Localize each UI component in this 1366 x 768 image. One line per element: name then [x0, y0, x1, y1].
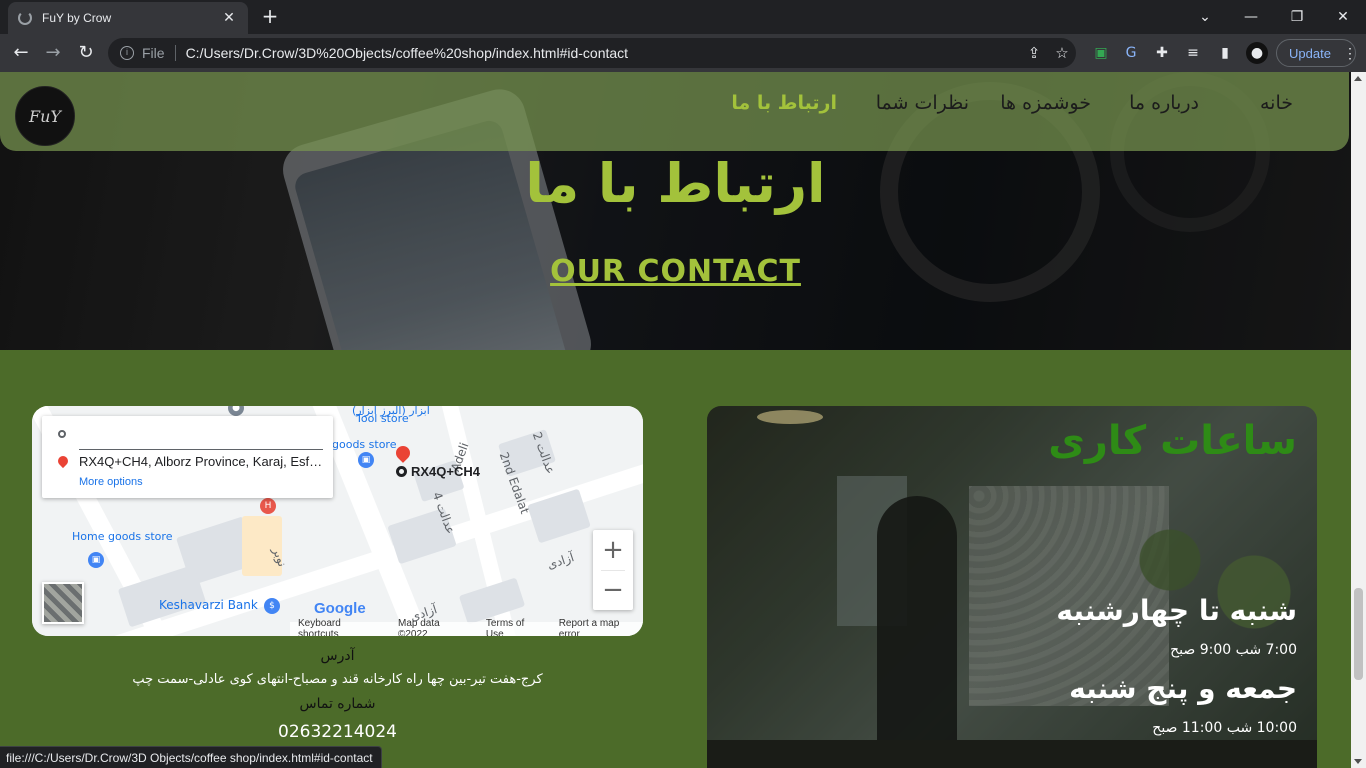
home-goods-store-icon[interactable]: ▣ [88, 552, 104, 568]
close-tab-icon[interactable]: ✕ [220, 10, 238, 26]
scroll-up-icon[interactable] [1354, 76, 1362, 81]
satellite-toggle[interactable] [42, 582, 84, 624]
google-map[interactable]: Adeli 2nd Edalat عدالت 2 عدالت 4 آزادی آ… [32, 406, 643, 636]
forward-icon[interactable]: → [40, 41, 66, 65]
scroll-thumb[interactable] [1354, 588, 1363, 680]
browser-toolbar: ← → ↻ i File C:/Users/Dr.Crow/3D%20Objec… [0, 34, 1366, 72]
nav-item-menu[interactable]: خوشمزه ها [1000, 92, 1091, 114]
page-viewport: ارتباط با ما OUR CONTACT FuY خانه درباره… [0, 72, 1366, 768]
origin-input-line[interactable] [79, 449, 323, 450]
hours-time-weekday: 7:00 شب 9:00 صبح [1170, 642, 1297, 658]
zoom-divider [601, 570, 625, 571]
loading-icon [18, 11, 32, 25]
hours-days-weekend: جمعه و پنج شنبه [1069, 672, 1297, 705]
browser-tab[interactable]: FuY by Crow ✕ [8, 2, 248, 34]
site-logo[interactable]: FuY [15, 86, 75, 146]
marker-label: RX4Q+CH4 [396, 464, 480, 479]
omnibox-divider [174, 45, 176, 61]
tab-search-icon[interactable]: ⌄ [1182, 0, 1228, 34]
origin-dot-icon [58, 430, 66, 438]
nav-item-reviews[interactable]: نظرات شما [876, 92, 969, 114]
marker-label-text: RX4Q+CH4 [411, 464, 480, 479]
nav-item-about[interactable]: درباره ما [1129, 92, 1199, 114]
destination-address: RX4Q+CH4, Alborz Province, Karaj, Esfa..… [79, 454, 323, 469]
google-logo-text: Google [314, 600, 366, 617]
phone-number: 02632214024 [278, 722, 397, 742]
extension-de-icon[interactable]: ▣ [1090, 42, 1112, 64]
tab-strip: FuY by Crow ✕ + ⌄ — ❐ ✕ [0, 0, 1366, 34]
map-label-bank: Keshavarzi Bank [159, 598, 258, 612]
hours-time-weekend: 10:00 شب 11:00 صبح [1152, 720, 1297, 736]
reload-icon[interactable]: ↻ [73, 41, 99, 65]
map-label-home-goods: Home goods store [72, 530, 173, 543]
zoom-controls: + − [593, 530, 633, 610]
close-window-icon[interactable]: ✕ [1320, 0, 1366, 34]
translate-icon[interactable]: G [1120, 42, 1142, 64]
link-status-bar: file:///C:/Users/Dr.Crow/3D Objects/coff… [0, 746, 382, 768]
hospital-icon[interactable]: H [260, 498, 276, 514]
update-button[interactable]: Update ⋮ [1276, 39, 1357, 67]
nav-item-home[interactable]: خانه [1260, 92, 1293, 114]
directions-card: RX4Q+CH4, Alborz Province, Karaj, Esfa..… [42, 416, 333, 498]
phone-label: شماره تماس [299, 696, 376, 712]
scheme-label: File [142, 45, 165, 61]
google-logo: Google [314, 600, 366, 617]
hero-title: ارتباط با ما [525, 152, 826, 215]
share-icon[interactable]: ⇪ [1020, 44, 1048, 62]
bank-icon[interactable]: $ [264, 598, 280, 614]
minimize-icon[interactable]: — [1228, 0, 1274, 34]
address-text: کرج-هفت تیر-بین چها راه کارخانه قند و مص… [132, 672, 543, 687]
map-data-text: Map data ©2022 [397, 618, 440, 636]
restore-icon[interactable]: ❐ [1274, 0, 1320, 34]
nav-item-contact[interactable]: ارتباط با ما [731, 92, 837, 114]
map-footer: Keyboard shortcuts Map data ©2022 Terms … [290, 618, 643, 636]
site-navbar: FuY خانه درباره ما خوشمزه ها نظرات شما ا… [0, 72, 1349, 151]
destination-pin-icon [55, 453, 71, 469]
tab-title: FuY by Crow [42, 11, 112, 25]
zoom-out-button[interactable]: − [593, 570, 633, 610]
scroll-down-icon[interactable] [1354, 759, 1362, 764]
hours-title: ساعات کاری [1048, 418, 1297, 464]
media-queue-icon[interactable]: ≡ [1182, 42, 1204, 64]
side-panel-icon[interactable]: ▮ [1214, 42, 1236, 64]
back-icon[interactable]: ← [8, 41, 34, 65]
keyboard-shortcuts-link[interactable]: Keyboard shortcuts [298, 618, 384, 636]
map-label-tool-store: Tool store [356, 412, 409, 425]
new-tab-icon[interactable]: + [258, 6, 282, 28]
goods-store-icon[interactable]: ▣ [358, 452, 374, 468]
hours-days-weekday: شنبه تا چهارشنبه [1056, 594, 1297, 627]
profile-avatar[interactable]: ● [1246, 42, 1268, 64]
address-bar[interactable]: i File C:/Users/Dr.Crow/3D%20Objects/cof… [108, 38, 1076, 68]
extensions-puzzle-icon[interactable]: ✚ [1151, 42, 1173, 64]
marker-ring-icon [396, 466, 407, 477]
address-label: آدرس [320, 648, 355, 664]
map-label-goods-store: goods store [332, 438, 397, 451]
report-map-error-link[interactable]: Report a map error [559, 618, 643, 636]
url-text[interactable]: C:/Users/Dr.Crow/3D%20Objects/coffee%20s… [186, 45, 1020, 61]
bookmark-star-icon[interactable]: ☆ [1048, 44, 1076, 62]
hero-subtitle-link[interactable]: OUR CONTACT [0, 254, 1351, 289]
page-scrollbar[interactable] [1351, 72, 1366, 768]
menu-dots-icon[interactable]: ⋮ [1343, 45, 1357, 62]
more-options-link[interactable]: More options [79, 476, 143, 488]
update-label: Update [1289, 45, 1331, 61]
site-info-icon[interactable]: i [120, 46, 134, 60]
working-hours-card: ساعات کاری شنبه تا چهارشنبه 7:00 شب 9:00… [707, 406, 1317, 768]
zoom-in-button[interactable]: + [593, 530, 633, 570]
terms-link[interactable]: Terms of Use [486, 618, 545, 636]
logo-text: FuY [29, 106, 61, 126]
